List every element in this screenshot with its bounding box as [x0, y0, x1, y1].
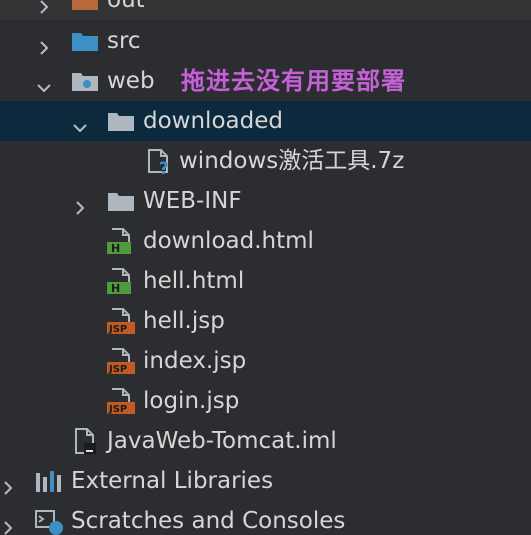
html-file-icon: H: [106, 267, 136, 295]
libraries-icon: [34, 467, 64, 495]
jsp-file-icon: JSP: [106, 387, 136, 415]
chevron-right-icon[interactable]: [34, 0, 54, 14]
scratches-icon: [34, 507, 64, 535]
web-folder-icon: [70, 67, 100, 95]
chevron-right-icon[interactable]: [70, 191, 90, 215]
folder-icon: [70, 0, 100, 14]
tree-label: WEB-INF: [143, 188, 242, 214]
tree-label: hell.jsp: [143, 308, 225, 334]
annotation-text: 拖进去没有用要部署: [181, 67, 406, 95]
source-folder-icon: [70, 27, 100, 55]
tree-row-scratches[interactable]: Scratches and Consoles: [0, 501, 531, 535]
tree-label: index.jsp: [143, 348, 247, 374]
tree-label: hell.html: [143, 268, 245, 294]
svg-text:H: H: [111, 242, 120, 255]
chevron-right-icon[interactable]: [0, 511, 18, 535]
tree-row-web[interactable]: web 拖进去没有用要部署: [0, 61, 531, 101]
tree-label: downloaded: [143, 108, 283, 134]
iml-file-icon: [70, 427, 100, 455]
folder-icon: [106, 187, 136, 215]
tree-row-out[interactable]: out: [0, 0, 531, 20]
tree-row-hell-jsp[interactable]: JSP hell.jsp: [0, 301, 531, 341]
tree-label: out: [107, 0, 145, 13]
tree-row-archive[interactable]: ? windows激活工具.7z: [0, 141, 531, 181]
tree-row-src[interactable]: src: [0, 21, 531, 61]
folder-icon: [106, 107, 136, 135]
html-file-icon: H: [106, 227, 136, 255]
jsp-file-icon: JSP: [106, 307, 136, 335]
tree-label: JavaWeb-Tomcat.iml: [107, 428, 337, 454]
project-tree: out src web 拖进去没有用要部署 downloaded ? windo…: [0, 0, 531, 535]
tree-label: Scratches and Consoles: [71, 508, 346, 534]
tree-row-index-jsp[interactable]: JSP index.jsp: [0, 341, 531, 381]
tree-label: windows激活工具.7z: [179, 148, 405, 174]
tree-row-download-html[interactable]: H download.html: [0, 221, 531, 261]
svg-text:JSP: JSP: [108, 364, 127, 375]
tree-label: src: [107, 28, 141, 54]
unknown-file-icon: ?: [144, 147, 174, 179]
tree-row-iml[interactable]: JavaWeb-Tomcat.iml: [0, 421, 531, 461]
tree-label: login.jsp: [143, 388, 240, 414]
chevron-down-icon[interactable]: [34, 71, 54, 93]
chevron-down-icon[interactable]: [70, 111, 90, 133]
jsp-file-icon: JSP: [106, 347, 136, 375]
chevron-right-icon[interactable]: [0, 471, 18, 495]
tree-row-login-jsp[interactable]: JSP login.jsp: [0, 381, 531, 421]
svg-text:JSP: JSP: [108, 324, 127, 335]
tree-label: web: [107, 68, 155, 94]
svg-text:?: ?: [159, 159, 169, 175]
tree-label: External Libraries: [71, 468, 274, 494]
tree-row-downloaded[interactable]: downloaded: [0, 101, 531, 141]
tree-label: download.html: [143, 228, 314, 254]
tree-row-web-inf[interactable]: WEB-INF: [0, 181, 531, 221]
tree-row-hell-html[interactable]: H hell.html: [0, 261, 531, 301]
svg-text:H: H: [111, 282, 120, 295]
chevron-right-icon[interactable]: [34, 31, 54, 55]
tree-row-external-libraries[interactable]: External Libraries: [0, 461, 531, 501]
svg-text:JSP: JSP: [108, 404, 127, 415]
